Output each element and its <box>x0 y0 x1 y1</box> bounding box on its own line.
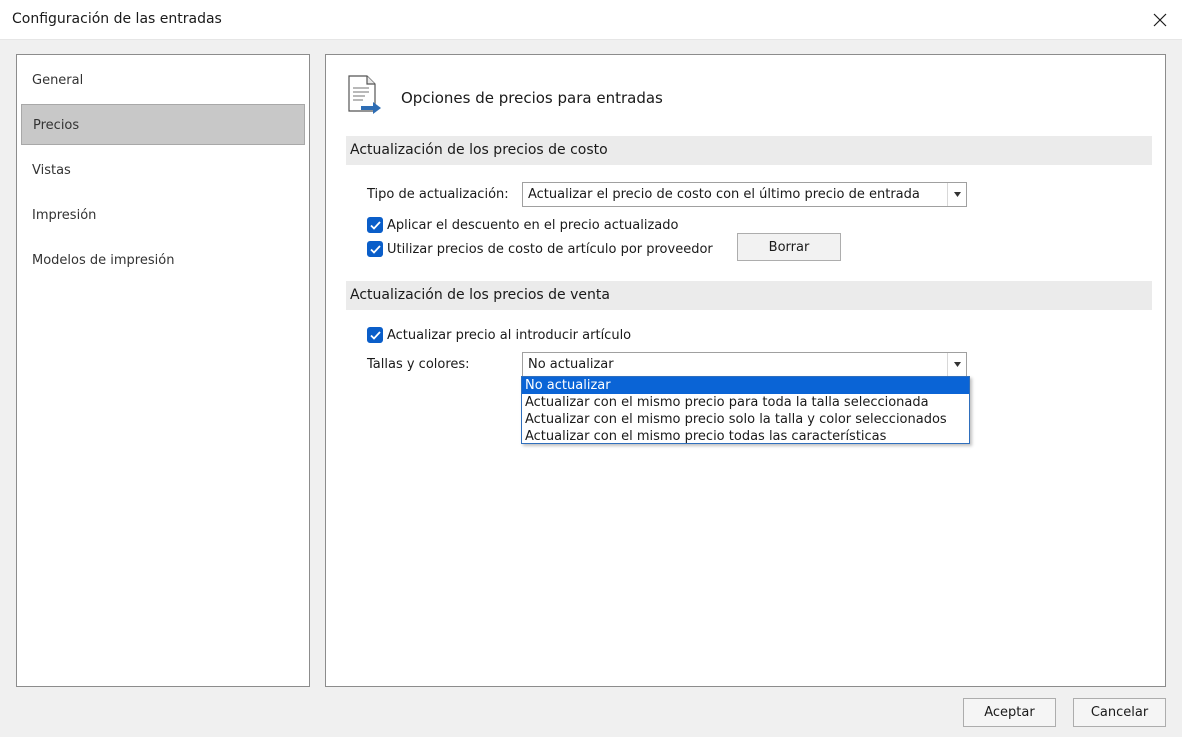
title-bar: Configuración de las entradas <box>0 0 1182 40</box>
nav-item-precios[interactable]: Precios <box>21 104 305 145</box>
sale-section-header: Actualización de los precios de venta <box>346 281 1152 310</box>
nav-item-general[interactable]: General <box>21 60 305 101</box>
dropdown-option[interactable]: Actualizar con el mismo precio solo la t… <box>522 411 969 428</box>
page-title: Opciones de precios para entradas <box>401 89 663 107</box>
apply-discount-checkbox[interactable] <box>367 217 383 233</box>
supplier-prices-label: Utilizar precios de costo de artículo po… <box>387 241 713 257</box>
sizes-colors-value: No actualizar <box>528 357 614 372</box>
update-on-insert-checkbox-row[interactable]: Actualizar precio al introducir artículo <box>367 327 631 343</box>
accept-button[interactable]: Aceptar <box>963 698 1056 727</box>
nav-item-modelos-impresion[interactable]: Modelos de impresión <box>21 240 305 281</box>
settings-nav: General Precios Vistas Impresión Modelos… <box>16 54 310 687</box>
update-type-label: Tipo de actualización: <box>367 187 509 202</box>
chevron-down-icon <box>947 183 966 206</box>
check-icon <box>369 220 381 230</box>
dropdown-option[interactable]: No actualizar <box>522 377 969 394</box>
sizes-colors-dropdown: No actualizar Actualizar con el mismo pr… <box>521 376 970 444</box>
document-arrow-icon <box>348 75 381 114</box>
supplier-prices-checkbox[interactable] <box>367 241 383 257</box>
clear-button[interactable]: Borrar <box>737 233 841 261</box>
dropdown-option[interactable]: Actualizar con el mismo precio para toda… <box>522 394 969 411</box>
apply-discount-label: Aplicar el descuento en el precio actual… <box>387 217 679 233</box>
check-icon <box>369 244 381 254</box>
close-icon <box>1153 13 1167 27</box>
content-panel: Opciones de precios para entradas Actual… <box>325 54 1166 687</box>
nav-item-vistas[interactable]: Vistas <box>21 150 305 191</box>
chevron-down-icon <box>947 353 966 376</box>
apply-discount-checkbox-row[interactable]: Aplicar el descuento en el precio actual… <box>367 217 678 233</box>
update-on-insert-checkbox[interactable] <box>367 327 383 343</box>
cost-section-header: Actualización de los precios de costo <box>346 136 1152 165</box>
dropdown-option[interactable]: Actualizar con el mismo precio todas las… <box>522 428 969 445</box>
update-type-value: Actualizar el precio de costo con el últ… <box>528 187 920 202</box>
check-icon <box>369 330 381 340</box>
nav-item-impresion[interactable]: Impresión <box>21 195 305 236</box>
update-type-select[interactable]: Actualizar el precio de costo con el últ… <box>522 182 967 207</box>
supplier-prices-checkbox-row[interactable]: Utilizar precios de costo de artículo po… <box>367 241 713 257</box>
close-button[interactable] <box>1138 0 1182 40</box>
cancel-button[interactable]: Cancelar <box>1073 698 1166 727</box>
update-on-insert-label: Actualizar precio al introducir artículo <box>387 327 632 343</box>
sizes-colors-label: Tallas y colores: <box>367 357 470 372</box>
window-title: Configuración de las entradas <box>12 11 222 27</box>
sizes-colors-select[interactable]: No actualizar <box>522 352 967 377</box>
